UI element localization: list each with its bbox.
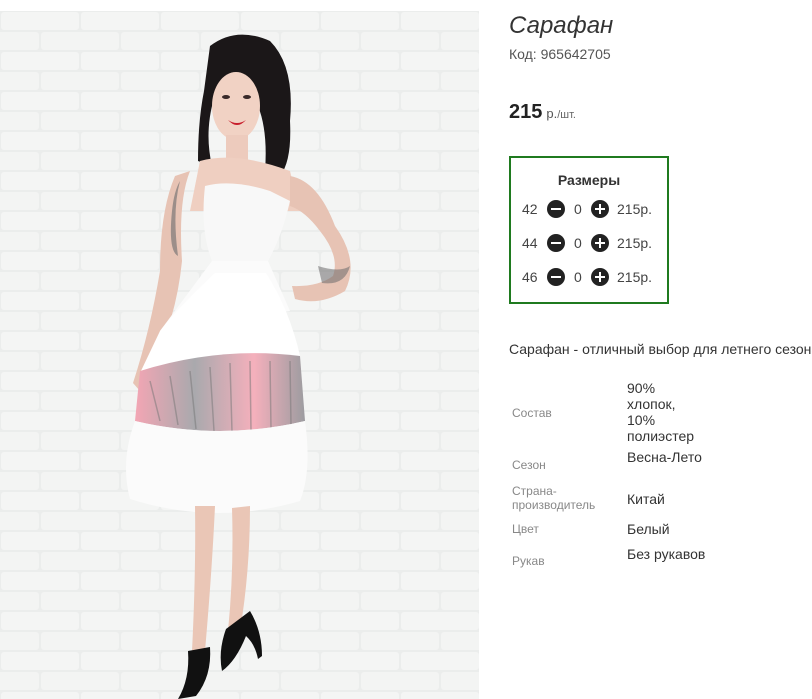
minus-circle-icon[interactable]	[547, 268, 565, 286]
size-row: 44 0 215р.	[511, 232, 667, 254]
size-row: 46 0 215р.	[511, 266, 667, 288]
attribute-label: Сезон	[512, 458, 546, 472]
minus-circle-icon[interactable]	[547, 234, 565, 252]
price-amount: 215	[509, 101, 543, 123]
minus-circle-icon[interactable]	[547, 200, 565, 218]
price: 215 р./шт.	[509, 101, 576, 124]
attribute-label: Страна-производитель	[512, 484, 596, 512]
price-per-unit: /шт.	[557, 109, 576, 121]
size-row: 42 0 215р.	[511, 198, 667, 220]
attribute-label: Цвет	[512, 522, 539, 536]
product-info-panel: Сарафан Код: 965642705 215 р./шт. Размеры…	[509, 0, 812, 699]
size-label: 46	[522, 269, 538, 285]
attribute-label: Состав	[512, 406, 552, 420]
sizes-title: Размеры	[557, 172, 621, 188]
attribute-value: Весна-Лето	[627, 449, 702, 465]
plus-circle-icon[interactable]	[591, 234, 609, 252]
size-label: 42	[522, 201, 538, 217]
size-quantity: 0	[574, 269, 582, 285]
attribute-value: Китай	[627, 491, 665, 507]
size-quantity: 0	[574, 235, 582, 251]
product-title: Сарафан	[509, 12, 614, 39]
price-currency: р.	[546, 106, 558, 121]
size-label: 44	[522, 235, 538, 251]
attribute-value: 90% хлопок, 10% полиэстер	[627, 380, 695, 444]
product-photo[interactable]	[0, 11, 479, 699]
plus-circle-icon[interactable]	[591, 268, 609, 286]
product-description: Сарафан - отличный выбор для летнего сез…	[509, 341, 812, 357]
size-price: 215р.	[617, 201, 653, 217]
attribute-label: Рукав	[512, 554, 545, 568]
sizes-box: Размеры 42 0 215р. 44 0 215р. 46 0 215р.	[509, 156, 669, 304]
attribute-value: Белый	[627, 521, 670, 537]
attribute-value: Без рукавов	[627, 546, 706, 562]
product-code: Код: 965642705	[509, 46, 611, 62]
size-quantity: 0	[574, 201, 582, 217]
price-unit: р./шт.	[546, 106, 576, 121]
size-price: 215р.	[617, 269, 653, 285]
size-price: 215р.	[617, 235, 653, 251]
product-image	[0, 11, 479, 699]
plus-circle-icon[interactable]	[591, 200, 609, 218]
